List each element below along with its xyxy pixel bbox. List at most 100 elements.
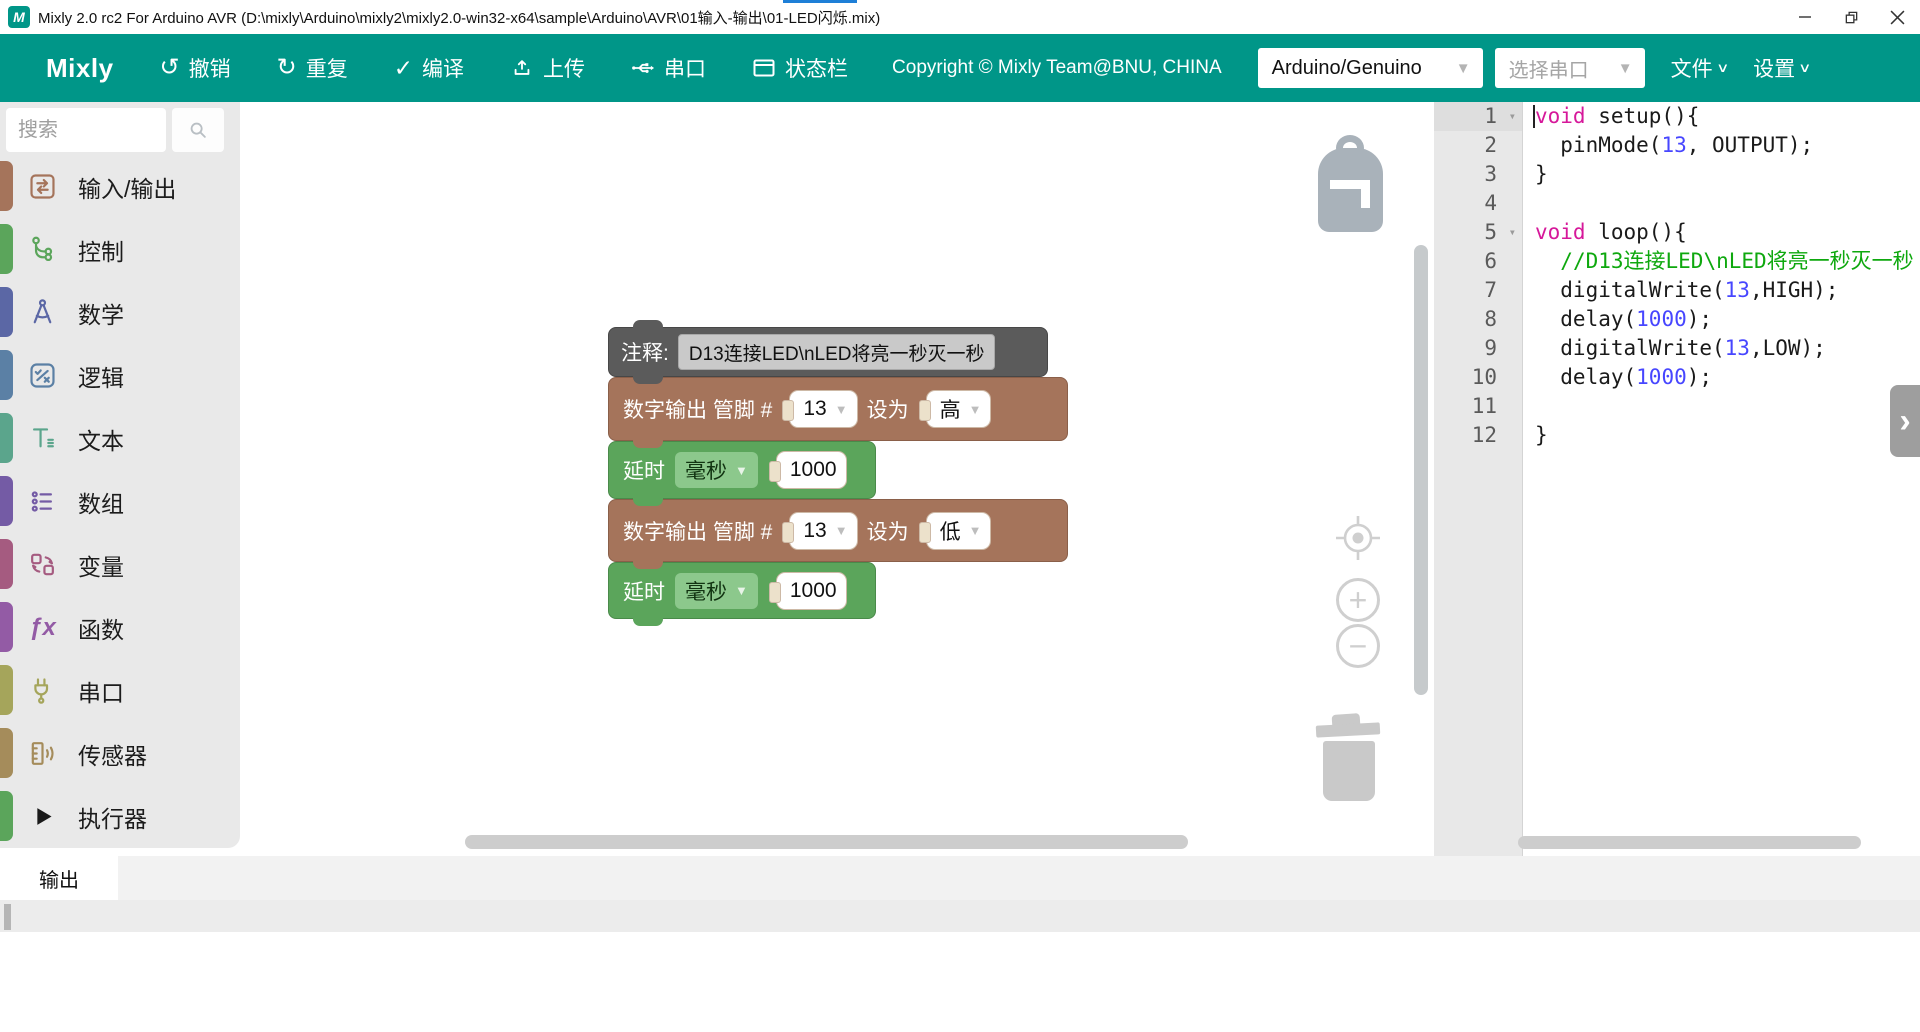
board-select[interactable]: Arduino/Genuino ▼: [1258, 48, 1483, 88]
category-color-strip: [0, 413, 13, 463]
sidebar-item-math[interactable]: 数学: [0, 281, 240, 344]
category-label: 传感器: [78, 737, 147, 771]
tab-output[interactable]: 输出: [0, 856, 118, 900]
line-number: 11: [1434, 392, 1522, 421]
sidebar-item-logic[interactable]: 逻辑: [0, 344, 240, 407]
restore-button[interactable]: [1828, 0, 1874, 34]
toolbar-button-statusbar[interactable]: 状态栏: [752, 53, 848, 83]
line-number: 4: [1434, 189, 1522, 218]
backpack-zipper-end: [1361, 180, 1370, 208]
block-delay-2[interactable]: 延时 毫秒 ▼ 1000: [608, 562, 876, 619]
trash-body: [1323, 741, 1375, 801]
code-line: [1524, 392, 1920, 421]
code-line: [1524, 189, 1920, 218]
toolbar-button-compile[interactable]: ✓编译: [394, 53, 464, 83]
canvas-horizontal-scrollbar[interactable]: [465, 835, 1188, 849]
logic-icon: [27, 360, 58, 391]
block-digital-write-low[interactable]: 数字输出 管脚 # 13 ▼ 设为 低 ▼: [608, 499, 1068, 562]
sidebar-item-text[interactable]: 文本: [0, 407, 240, 470]
pin-dropdown[interactable]: 13 ▼: [789, 390, 857, 428]
search-input[interactable]: [6, 108, 166, 152]
menu-settings[interactable]: 设置 ∨: [1753, 53, 1810, 83]
fold-caret-icon[interactable]: ▾: [1509, 218, 1516, 247]
delay-value-field[interactable]: 1000: [776, 572, 847, 610]
backpack-icon[interactable]: [1318, 135, 1383, 232]
sidebar-item-variable[interactable]: 变量: [0, 533, 240, 596]
toolbar-button-label: 编译: [422, 53, 464, 83]
block-comment[interactable]: 注释: D13连接LED\nLED将亮一秒灭一秒: [608, 327, 1048, 377]
minimize-button[interactable]: [1782, 0, 1828, 34]
category-label: 文本: [78, 422, 124, 456]
fold-caret-icon[interactable]: ▾: [1509, 102, 1516, 131]
line-number: 8: [1434, 305, 1522, 334]
zoom-in-button[interactable]: +: [1336, 578, 1380, 622]
delay-unit-dropdown[interactable]: 毫秒 ▼: [675, 452, 758, 488]
category-label: 变量: [78, 548, 124, 582]
code-panel-expand-button[interactable]: ›: [1890, 385, 1920, 457]
level-dropdown[interactable]: 高 ▼: [926, 390, 992, 428]
zoom-out-button[interactable]: −: [1336, 624, 1380, 668]
code-horizontal-scrollbar[interactable]: [1518, 836, 1861, 849]
chevron-down-icon: ▼: [835, 402, 848, 417]
code-line: digitalWrite(13,HIGH);: [1524, 276, 1920, 305]
trash-icon[interactable]: [1316, 714, 1382, 804]
line-number: 3: [1434, 160, 1522, 189]
code-line: void setup(){: [1524, 102, 1920, 131]
toolbar-button-label: 串口: [664, 53, 706, 83]
chevron-down-icon: ▼: [735, 463, 748, 478]
pin-dropdown[interactable]: 13 ▼: [789, 512, 857, 550]
chevron-down-icon: ▼: [735, 583, 748, 598]
sidebar-item-serial[interactable]: 串口: [0, 659, 240, 722]
toolbar-button-redo[interactable]: ↻重复: [277, 53, 348, 83]
category-label: 数组: [78, 485, 124, 519]
sensor-icon: [27, 738, 58, 769]
sidebar-item-io[interactable]: 输入/输出: [0, 155, 240, 218]
delay-value: 1000: [790, 458, 837, 482]
window-controls: [1782, 0, 1920, 34]
category-label: 输入/输出: [78, 170, 176, 204]
toolbar-button-upload[interactable]: 上传: [510, 53, 585, 83]
toolbar-button-serial[interactable]: 串口: [631, 53, 706, 83]
line-number: 2: [1434, 131, 1522, 160]
copyright-text: Copyright © Mixly Team@BNU, CHINA: [892, 57, 1222, 79]
category-color-strip: [0, 602, 13, 652]
sidebar-item-function[interactable]: ƒx函数: [0, 596, 240, 659]
block-bottom-tab: [633, 375, 663, 384]
sidebar-item-actuator[interactable]: 执行器: [0, 785, 240, 848]
sidebar-item-sensor[interactable]: 传感器: [0, 722, 240, 785]
port-select[interactable]: 选择串口 ▼: [1495, 48, 1645, 88]
block-bottom-tab: [633, 617, 663, 626]
close-button[interactable]: [1874, 0, 1920, 34]
text-icon: [27, 423, 58, 454]
minus-icon: −: [1349, 630, 1368, 662]
line-number: 1▾: [1434, 102, 1522, 131]
output-console-scrollbar[interactable]: [4, 904, 11, 930]
menu-file[interactable]: 文件 ∨: [1671, 53, 1728, 83]
delay-unit-dropdown[interactable]: 毫秒 ▼: [675, 573, 758, 609]
delay-value-field[interactable]: 1000: [776, 451, 847, 489]
category-label: 数学: [78, 296, 124, 330]
zoom-reset-button[interactable]: [1334, 514, 1382, 562]
level-dropdown[interactable]: 低 ▼: [926, 512, 992, 550]
search-button[interactable]: [172, 108, 224, 152]
toolbar-button-label: 上传: [543, 53, 585, 83]
function-fx-icon: ƒx: [27, 612, 58, 643]
code-line: void loop(){: [1524, 218, 1920, 247]
output-console-header: [0, 900, 1920, 932]
mixly-app-window: M Mixly 2.0 rc2 For Arduino AVR (D:\mixl…: [0, 0, 1920, 1032]
toolbar-button-undo[interactable]: ↺撤销: [160, 53, 231, 83]
actuator-play-icon: [27, 801, 58, 832]
board-select-value: Arduino/Genuino: [1272, 57, 1422, 80]
line-number: 5▾: [1434, 218, 1522, 247]
category-color-strip: [0, 539, 13, 589]
category-label: 执行器: [78, 800, 147, 834]
category-color-strip: [0, 224, 13, 274]
comment-text-field[interactable]: D13连接LED\nLED将亮一秒灭一秒: [678, 334, 996, 370]
block-digital-write-high[interactable]: 数字输出 管脚 # 13 ▼ 设为 高 ▼: [608, 377, 1068, 441]
sidebar-item-control[interactable]: 控制: [0, 218, 240, 281]
sidebar-item-array[interactable]: 数组: [0, 470, 240, 533]
comment-text-value: D13连接LED\nLED将亮一秒灭一秒: [689, 339, 985, 366]
block-delay-1[interactable]: 延时 毫秒 ▼ 1000: [608, 441, 876, 499]
canvas-vertical-scrollbar[interactable]: [1414, 245, 1428, 695]
category-color-strip: [0, 287, 13, 337]
